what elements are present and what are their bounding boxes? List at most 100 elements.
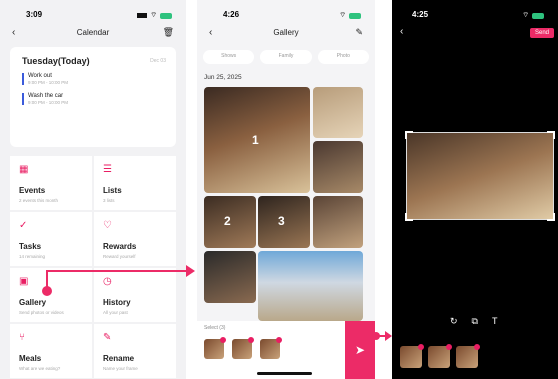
selected-thumb[interactable] <box>428 344 452 368</box>
status-icons: ⌔ <box>339 11 361 20</box>
tile-sub: 3 lists <box>103 198 115 203</box>
tile-sub: What are we eating? <box>19 366 61 371</box>
preview-screen: 4:25 ⌔ ‹ Send ↻ ⧉ T <box>392 0 558 379</box>
photo-item[interactable] <box>204 251 256 303</box>
crop-handle[interactable] <box>405 131 413 139</box>
tile-lists[interactable]: ☰ Lists 3 lists <box>94 156 176 210</box>
event-time: 9:00 PM - 10:00 PM <box>28 80 69 85</box>
battery-icon <box>349 12 361 19</box>
tile-sub: 14 remaining <box>19 254 46 259</box>
filter-chip[interactable]: Shows <box>203 50 255 64</box>
photo-item[interactable]: 2 <box>204 196 256 248</box>
filter-chip[interactable]: Photo <box>317 50 369 64</box>
page-title: Calendar <box>76 28 110 37</box>
status-bar: 4:25 ⌔ <box>392 10 558 22</box>
today-card[interactable]: Tuesday(Today) Dec 03 Work out 9:00 PM -… <box>10 47 176 147</box>
send-icon: ➤ <box>354 343 366 357</box>
crop-handle[interactable] <box>547 213 555 221</box>
tile-sub: All your past <box>103 310 128 315</box>
tile-events[interactable]: ▦ Events 2 events this month <box>10 156 92 210</box>
tile-label: Events <box>19 186 46 195</box>
rename-icon: ✎ <box>103 332 112 343</box>
text-icon[interactable]: T <box>492 316 498 327</box>
status-time: 4:25 <box>412 10 429 19</box>
arrow-head-icon <box>385 331 392 341</box>
tile-sub: Reward yourself <box>103 254 136 259</box>
meals-icon: ⑂ <box>19 332 25 343</box>
filter-chip[interactable]: Family <box>260 50 312 64</box>
remove-icon[interactable] <box>220 337 226 343</box>
rotate-icon[interactable]: ↻ <box>450 316 458 327</box>
tile-label: Tasks <box>19 242 42 251</box>
trash-icon[interactable]: 🗑 <box>163 27 174 38</box>
selected-thumb[interactable] <box>400 344 424 368</box>
remove-icon[interactable] <box>446 344 452 350</box>
tile-label: Gallery <box>19 298 47 307</box>
selection-tray: Select (3) <box>197 321 345 379</box>
edit-icon[interactable]: ✎ <box>355 27 363 38</box>
battery-icon <box>532 12 544 19</box>
tile-sub: 2 events this month <box>19 198 59 203</box>
status-bar: 3:09 ⌔ <box>0 10 186 22</box>
crop-icon[interactable]: ⧉ <box>472 316 478 327</box>
event-item[interactable]: Wash the car 9:00 PM - 10:00 PM <box>22 93 68 105</box>
photo-item[interactable] <box>258 251 363 321</box>
tasks-icon: ✓ <box>19 220 28 231</box>
tile-rename[interactable]: ✎ Rename Name your frame <box>94 324 176 378</box>
connector-dot <box>42 286 52 296</box>
tile-label: History <box>103 298 131 307</box>
back-icon[interactable]: ‹ <box>12 27 15 38</box>
event-time: 9:00 PM - 10:00 PM <box>28 100 69 105</box>
tile-sub: Send photos or videos <box>19 310 64 315</box>
tile-label: Meals <box>19 354 42 363</box>
status-bar: 4:26 ⌔ <box>197 10 375 22</box>
tile-tasks[interactable]: ✓ Tasks 14 remaining <box>10 212 92 266</box>
back-icon[interactable]: ‹ <box>209 27 212 38</box>
calendar-screen: 3:09 ⌔ ‹ Calendar 🗑 Tuesday(Today) Dec 0… <box>0 0 186 379</box>
status-icons: ⌔ <box>522 11 544 20</box>
connector-line <box>46 270 192 272</box>
calendar-icon: ▦ <box>19 164 29 175</box>
tile-rewards[interactable]: ♡ Rewards Reward yourself <box>94 212 176 266</box>
home-indicator <box>257 372 312 375</box>
selected-thumb[interactable] <box>204 337 226 359</box>
selection-number: 2 <box>224 214 231 228</box>
selected-thumb[interactable] <box>232 337 254 359</box>
send-icon-button[interactable]: ➤ <box>345 321 375 379</box>
gallery-screen: 4:26 ⌔ ‹ Gallery ✎ Shows Family Photo Ju… <box>197 0 375 379</box>
remove-icon[interactable] <box>276 337 282 343</box>
photo-preview[interactable] <box>405 131 555 221</box>
status-icons: ⌔ <box>137 11 172 20</box>
tile-gallery[interactable]: ▣ Gallery Send photos or videos <box>10 268 92 322</box>
edit-toolbar: ↻ ⧉ T <box>450 316 497 327</box>
today-date-tag: Dec 03 <box>150 58 166 64</box>
tile-label: Rename <box>103 354 135 363</box>
photo-item[interactable]: 1 <box>204 87 310 193</box>
crop-handle[interactable] <box>405 213 413 221</box>
selection-number: 1 <box>252 133 259 147</box>
photo-item[interactable] <box>313 196 363 248</box>
arrow-head-icon <box>186 265 195 277</box>
status-time: 3:09 <box>26 10 43 19</box>
back-icon[interactable]: ‹ <box>400 26 403 37</box>
send-button[interactable]: Send <box>529 28 554 38</box>
event-item[interactable]: Work out 9:00 PM - 10:00 PM <box>22 73 68 85</box>
remove-icon[interactable] <box>474 344 480 350</box>
selected-thumb[interactable] <box>260 337 282 359</box>
selection-number: 3 <box>278 214 285 228</box>
photo-item[interactable]: 3 <box>258 196 310 248</box>
tile-meals[interactable]: ⑂ Meals What are we eating? <box>10 324 92 378</box>
crop-handle[interactable] <box>547 131 555 139</box>
history-icon: ◷ <box>103 276 112 287</box>
tile-label: Rewards <box>103 242 137 251</box>
tile-history[interactable]: ◷ History All your past <box>94 268 176 322</box>
remove-icon[interactable] <box>248 337 254 343</box>
battery-icon <box>160 12 172 19</box>
date-heading: Jun 25, 2025 <box>204 74 242 81</box>
photo-item[interactable] <box>313 141 363 193</box>
photo-item[interactable] <box>313 87 363 138</box>
gallery-header: ‹ Gallery ✎ <box>197 27 375 42</box>
selected-thumb[interactable] <box>456 344 480 368</box>
remove-icon[interactable] <box>418 344 424 350</box>
filter-bar: Shows Family Photo <box>203 50 369 64</box>
